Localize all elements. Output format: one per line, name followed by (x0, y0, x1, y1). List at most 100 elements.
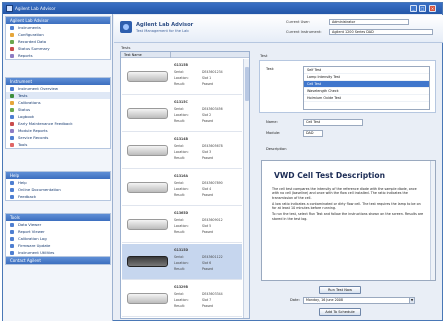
test-row-name: G1329B (174, 285, 188, 289)
current-user-field[interactable]: Administrator (329, 19, 409, 25)
sidebar-item[interactable]: Help (6, 179, 110, 186)
close-button[interactable]: × (429, 5, 436, 12)
description-text: The cell test compares the intensity of … (272, 187, 424, 221)
report-icon (10, 229, 14, 234)
maximize-button[interactable]: □ (419, 5, 426, 12)
overview-icon (10, 86, 14, 91)
add-to-schedule-button[interactable]: Add To Schedule (319, 308, 361, 316)
sidebar-item[interactable]: Instrument Utilities (6, 249, 110, 256)
test-option[interactable]: Holmium Oxide Test (304, 95, 429, 102)
utilities-icon (10, 250, 14, 255)
documentation-icon (10, 187, 14, 192)
sidebar-item[interactable]: Early Maintenance Feedback (6, 120, 110, 127)
logbook-icon (10, 114, 14, 119)
sidebar-item[interactable]: Instrument Overview (6, 85, 110, 92)
sidebar-item-label: Calibrations (18, 100, 41, 105)
serial-value: DE43609012 (202, 218, 223, 222)
sidebar-item[interactable]: Tools (6, 141, 110, 148)
group-header[interactable]: Contact Agilent (6, 257, 110, 264)
current-instrument-field[interactable]: Agilent 1200 Series DAD (329, 29, 433, 35)
sidebar-item[interactable]: Status Summary (6, 45, 110, 52)
sidebar-item[interactable]: Instruments (6, 24, 110, 31)
tests-scrollbar[interactable] (243, 59, 249, 318)
sidebar-group-help: Help Help Online Documentation Feedback (5, 171, 111, 201)
instruments-icon (10, 25, 14, 30)
test-row-result: Result: Passed (174, 193, 213, 197)
tools-icon (10, 142, 14, 147)
test-row[interactable]: G1315B Serial: DE43601234 Location: Slot 1… (122, 59, 242, 95)
test-row[interactable]: G1329B Serial: DE43603344 Location: Slot 7… (122, 281, 242, 317)
sidebar-item[interactable]: Firmware Update (6, 242, 110, 249)
sidebar-item[interactable]: Module Reports (6, 127, 110, 134)
group-header[interactable]: Agilent Lab Advisor (6, 17, 110, 24)
serial-value: DE43603344 (202, 292, 223, 296)
group-header[interactable]: Instrument (6, 78, 110, 85)
column-divider[interactable] (170, 52, 171, 58)
test-row-serial: Serial: DE43603456 (174, 107, 223, 111)
sidebar-item[interactable]: Reports (6, 52, 110, 59)
group-header[interactable]: Tools (6, 214, 110, 221)
test-row-serial: Serial: DE43601122 (174, 255, 223, 259)
test-row-slot: Location: Slot 1 (174, 76, 211, 80)
run-test-button[interactable]: Run Test Now (319, 286, 361, 294)
sidebar-item-label: Logbook (18, 114, 35, 119)
result-label: Result: (174, 304, 185, 308)
sidebar-item-label: Online Documentation (18, 187, 61, 192)
test-row-result: Result: Passed (174, 230, 213, 234)
help-icon (10, 180, 14, 185)
test-row-serial: Serial: DE43607890 (174, 181, 223, 185)
configuration-icon (10, 32, 14, 37)
test-row-slot: Location: Slot 6 (174, 261, 211, 265)
sidebar-item-label: Tools (18, 142, 28, 147)
sidebar-item[interactable]: Feedback (6, 193, 110, 200)
description-paragraph: A low ratio indicates a contaminated or … (272, 201, 421, 211)
group-header[interactable]: Help (6, 172, 110, 179)
sidebar-item[interactable]: Status (6, 106, 110, 113)
test-row-selected[interactable]: G1315D Serial: DE43601122 Location: Slot 6… (122, 244, 242, 280)
slot-value: Slot 3 (202, 150, 212, 154)
test-row[interactable]: G1315C Serial: DE43603456 Location: Slot 2… (122, 96, 242, 132)
sidebar-item[interactable]: Service Records (6, 134, 110, 141)
test-row[interactable]: G1316A Serial: DE43607890 Location: Slot 4… (122, 170, 242, 206)
sidebar-item[interactable]: Report Viewer (6, 228, 110, 235)
test-option-selected[interactable]: Cell Test (304, 81, 429, 88)
module-thumbnail (127, 108, 168, 119)
sidebar-item[interactable]: Data Viewer (6, 221, 110, 228)
app-subtitle[interactable]: Test Management for the Lab (136, 29, 189, 33)
test-option[interactable]: Self Test (304, 67, 429, 74)
tests-listbox[interactable]: Self Test Lamp Intensity Test Cell Test … (303, 66, 430, 110)
minimize-button[interactable]: _ (410, 5, 417, 12)
sidebar-item-label: Help (18, 180, 27, 185)
test-option[interactable]: Wavelength Check (304, 88, 429, 95)
sidebar-item[interactable]: Calibration Log (6, 235, 110, 242)
result-label: Result: (174, 156, 185, 160)
date-picker[interactable]: Monday, 16 June 2008 ▼ (303, 297, 415, 304)
data-icon (10, 39, 14, 44)
test-row[interactable]: G1365D Serial: DE43609012 Location: Slot 5… (122, 207, 242, 243)
module-thumbnail (127, 256, 168, 267)
sidebar-item[interactable]: Tests (6, 92, 110, 99)
sidebar-item[interactable]: Recorded Data (6, 38, 110, 45)
test-row-name: G1314B (174, 137, 188, 141)
chevron-down-icon[interactable]: ▼ (409, 298, 414, 303)
sidebar-item[interactable]: Calibrations (6, 99, 110, 106)
sidebar-item[interactable]: Logbook (6, 113, 110, 120)
module-field[interactable]: DAD (303, 130, 323, 137)
tests-column-header[interactable]: Test Name (121, 52, 249, 58)
test-option[interactable]: Lamp Intensity Test (304, 74, 429, 81)
module-icon (10, 128, 14, 133)
sidebar-item[interactable]: Online Documentation (6, 186, 110, 193)
scroll-thumb[interactable] (245, 67, 249, 101)
sidebar-item[interactable]: Configuration (6, 31, 110, 38)
test-name-field[interactable]: Cell Test (303, 119, 363, 126)
test-row[interactable]: G1314B Serial: DE43605678 Location: Slot 3… (122, 133, 242, 169)
current-instrument-label: Current Instrument: (286, 30, 322, 34)
test-row-serial: Serial: DE43605678 (174, 144, 223, 148)
description-scrollbar[interactable] (430, 161, 435, 280)
sidebar-item-label: Configuration (18, 32, 44, 37)
test-row-slot: Location: Slot 3 (174, 150, 211, 154)
test-row-slot: Location: Slot 5 (174, 224, 211, 228)
slot-value: Slot 1 (202, 76, 212, 80)
sidebar-item-label: Status Summary (18, 46, 50, 51)
description-panel: VWD Cell Test Description The cell test … (261, 160, 436, 281)
